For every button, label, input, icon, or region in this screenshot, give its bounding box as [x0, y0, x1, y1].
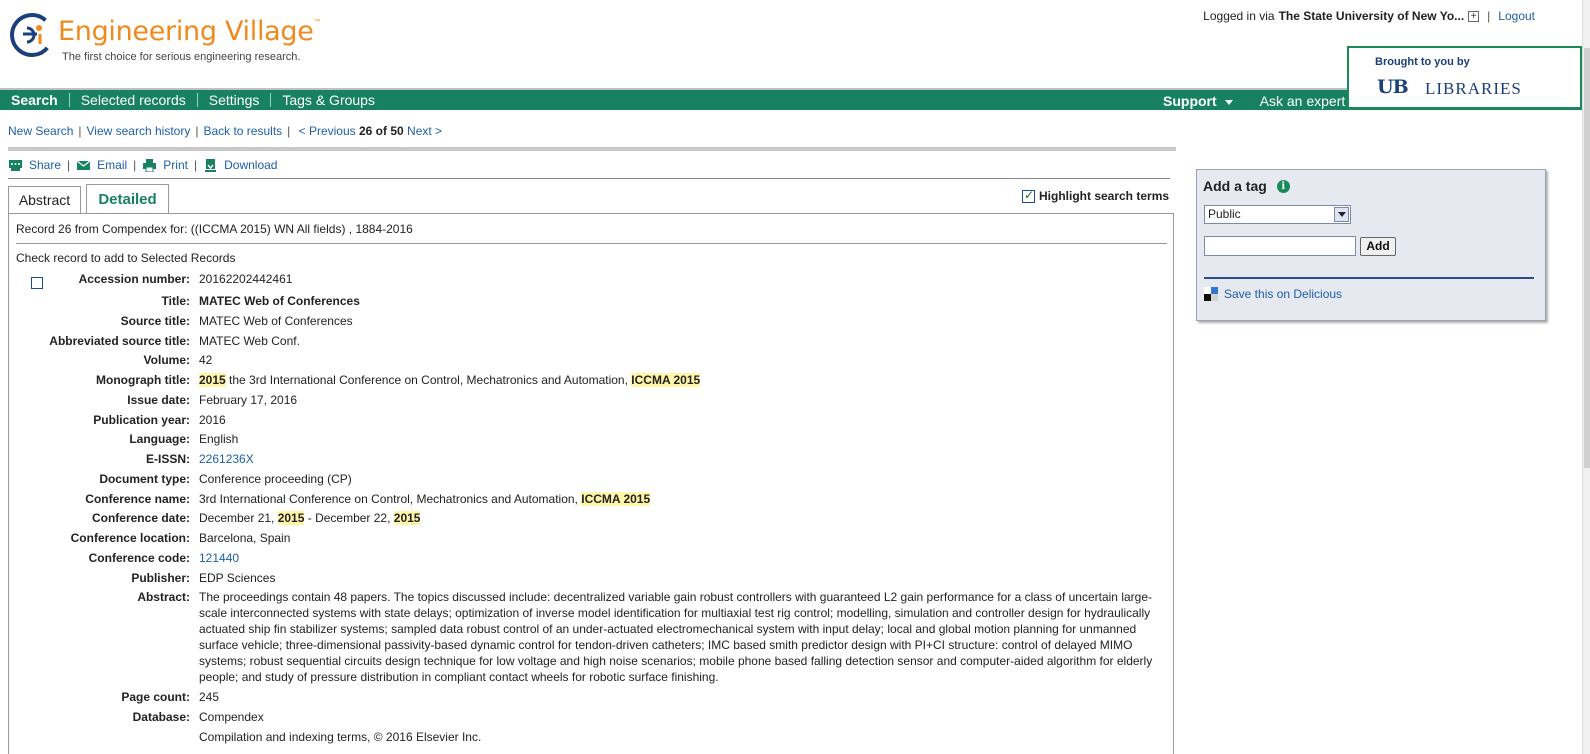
record-detail-panel: Record 26 from Compendex for: ((ICCMA 20… — [8, 213, 1174, 754]
tag-visibility-select[interactable]: Public — [1204, 205, 1351, 224]
breadcrumb: New Search | View search history | Back to r… — [8, 124, 443, 138]
database: Compendex — [199, 709, 264, 724]
document-type: Conference proceeding (CP) — [199, 471, 352, 486]
nav-support[interactable]: Support — [1152, 94, 1244, 108]
download-icon — [205, 158, 217, 172]
field-row: Volume: 42 — [9, 352, 1169, 368]
logout-link[interactable]: Logout — [1498, 9, 1535, 23]
page-scrollbar[interactable] — [1582, 0, 1590, 754]
tag-input[interactable] — [1204, 236, 1356, 256]
record-toolbar: Share | Email | Print | Download — [8, 158, 277, 172]
accession-number: 20162202442461 — [199, 272, 293, 286]
conference-name: 3rd International Conference on Control,… — [199, 491, 651, 506]
chevron-down-icon — [1224, 99, 1233, 105]
nav-settings[interactable]: Settings — [198, 93, 272, 107]
issue-date: February 17, 2016 — [199, 392, 298, 407]
conference-code-link[interactable]: 121440 — [199, 551, 239, 565]
engineering-village-logo-icon — [10, 13, 54, 57]
conference-date: December 21, 2015 - December 22, 2015 — [199, 511, 421, 526]
new-search-link[interactable]: New Search — [8, 124, 73, 138]
email-icon — [76, 160, 91, 170]
save-delicious-link[interactable]: Save this on Delicious — [1204, 287, 1342, 301]
field-row: Abbreviated source title: MATEC Web Conf. — [9, 333, 1169, 349]
back-to-results-link[interactable]: Back to results — [203, 124, 282, 138]
print-button[interactable]: Print — [142, 158, 188, 172]
email-button[interactable]: Email — [76, 158, 127, 172]
abstract-text: The proceedings contain 48 papers. The t… — [199, 590, 1153, 685]
nav-search[interactable]: Search — [0, 93, 70, 107]
highlight-checkbox[interactable] — [1022, 188, 1035, 203]
field-row: E-ISSN: 2261236X — [145, 452, 254, 466]
tab-detailed[interactable]: Detailed — [86, 184, 169, 213]
nav-selected-records[interactable]: Selected records — [70, 93, 198, 107]
add-tag-panel: Add a tag i Public Add Save this on Deli… — [1196, 169, 1546, 321]
check-record-hint: Check record to add to Selected Records — [16, 251, 236, 265]
copyright-note: Compilation and indexing terms, © 2016 E… — [199, 729, 482, 744]
field-row: Page count: 245 — [9, 689, 1169, 705]
add-tag-button[interactable]: Add — [1360, 237, 1396, 256]
ub-logo-icon: UB — [1377, 76, 1409, 98]
tabs-divider — [8, 178, 1170, 179]
eissn-link[interactable]: 2261236X — [199, 452, 254, 466]
field-row: Accession number: 20162202442461 — [9, 271, 1169, 287]
expand-plus-icon[interactable]: + — [1468, 10, 1480, 22]
monograph-title: 2015 the 3rd International Conference on… — [199, 373, 701, 387]
field-row: Source title: MATEC Web of Conferences — [9, 313, 1169, 329]
volume: 42 — [199, 353, 213, 368]
divider — [1204, 277, 1534, 279]
language: English — [199, 432, 239, 447]
print-icon — [143, 158, 157, 172]
delicious-icon — [1204, 287, 1218, 301]
download-button[interactable]: Download — [203, 158, 277, 172]
source-title: MATEC Web of Conferences — [199, 313, 353, 328]
field-row: Monograph title: 2015 the 3rd Internation… — [9, 372, 1169, 388]
field-row: Publication year: 2016 — [9, 412, 1169, 428]
field-row: Publisher: EDP Sciences — [9, 570, 1169, 586]
share-icon — [9, 159, 22, 171]
field-row: Title: MATEC Web of Conferences — [9, 293, 1169, 309]
field-row: Conference code: 121440 — [88, 550, 240, 565]
publisher: EDP Sciences — [199, 570, 276, 585]
highlight-search-terms-toggle[interactable]: Highlight search terms — [1022, 188, 1169, 203]
record-title: MATEC Web of Conferences — [199, 294, 360, 308]
field-row: Database: Compendex — [9, 709, 1169, 725]
field-row: Conference location: Barcelona, Spain — [9, 530, 1169, 546]
info-icon[interactable]: i — [1276, 179, 1290, 193]
field-row: Issue date: February 17, 2016 — [9, 392, 1169, 408]
tab-abstract[interactable]: Abstract — [8, 186, 81, 213]
add-tag-title: Add a tag i — [1203, 178, 1290, 194]
previous-link[interactable]: < Previous — [299, 124, 356, 138]
logo-tagline: The first choice for serious engineering… — [62, 51, 301, 63]
share-button[interactable]: Share — [8, 158, 61, 172]
scrollbar-thumb[interactable] — [1584, 48, 1590, 468]
field-row: Document type: Conference proceeding (CP) — [9, 471, 1169, 487]
field-row: Conference date: December 21, 2015 - Dece… — [9, 510, 1169, 526]
search-history-link[interactable]: View search history — [87, 124, 191, 138]
divider — [8, 147, 1176, 151]
nav-tags-groups[interactable]: Tags & Groups — [271, 93, 386, 107]
logo-title[interactable]: Engineering Village™ — [58, 16, 322, 47]
logo[interactable] — [9, 12, 55, 58]
page-count: 245 — [199, 690, 220, 704]
chevron-down-icon — [1334, 207, 1349, 222]
nav-ask-expert[interactable]: Ask an expert — [1244, 94, 1357, 108]
field-row: Abstract: The proceedings contain 48 pape… — [9, 589, 1169, 685]
abbreviated-source-title: MATEC Web Conf. — [199, 333, 300, 348]
institution-name: The State University of New Yo... — [1278, 9, 1465, 23]
login-status: Logged in via The State University of Ne… — [1203, 9, 1535, 23]
field-row: Compilation and indexing terms, © 2016 E… — [9, 729, 1169, 745]
divider — [16, 243, 1167, 244]
record-source-line: Record 26 from Compendex for: ((ICCMA 20… — [16, 222, 413, 236]
next-link[interactable]: Next > — [407, 124, 442, 138]
field-row: Language: English — [9, 431, 1169, 447]
field-row: Conference name: 3rd International Confer… — [9, 491, 1169, 507]
conference-location: Barcelona, Spain — [199, 531, 291, 545]
record-fields: Accession number: 20162202442461 Title: MA… — [9, 271, 1169, 748]
record-position: 26 of 50 — [359, 124, 404, 138]
publication-year: 2016 — [199, 412, 226, 427]
library-branding[interactable]: Brought to you by UB LIBRARIES — [1347, 46, 1582, 109]
